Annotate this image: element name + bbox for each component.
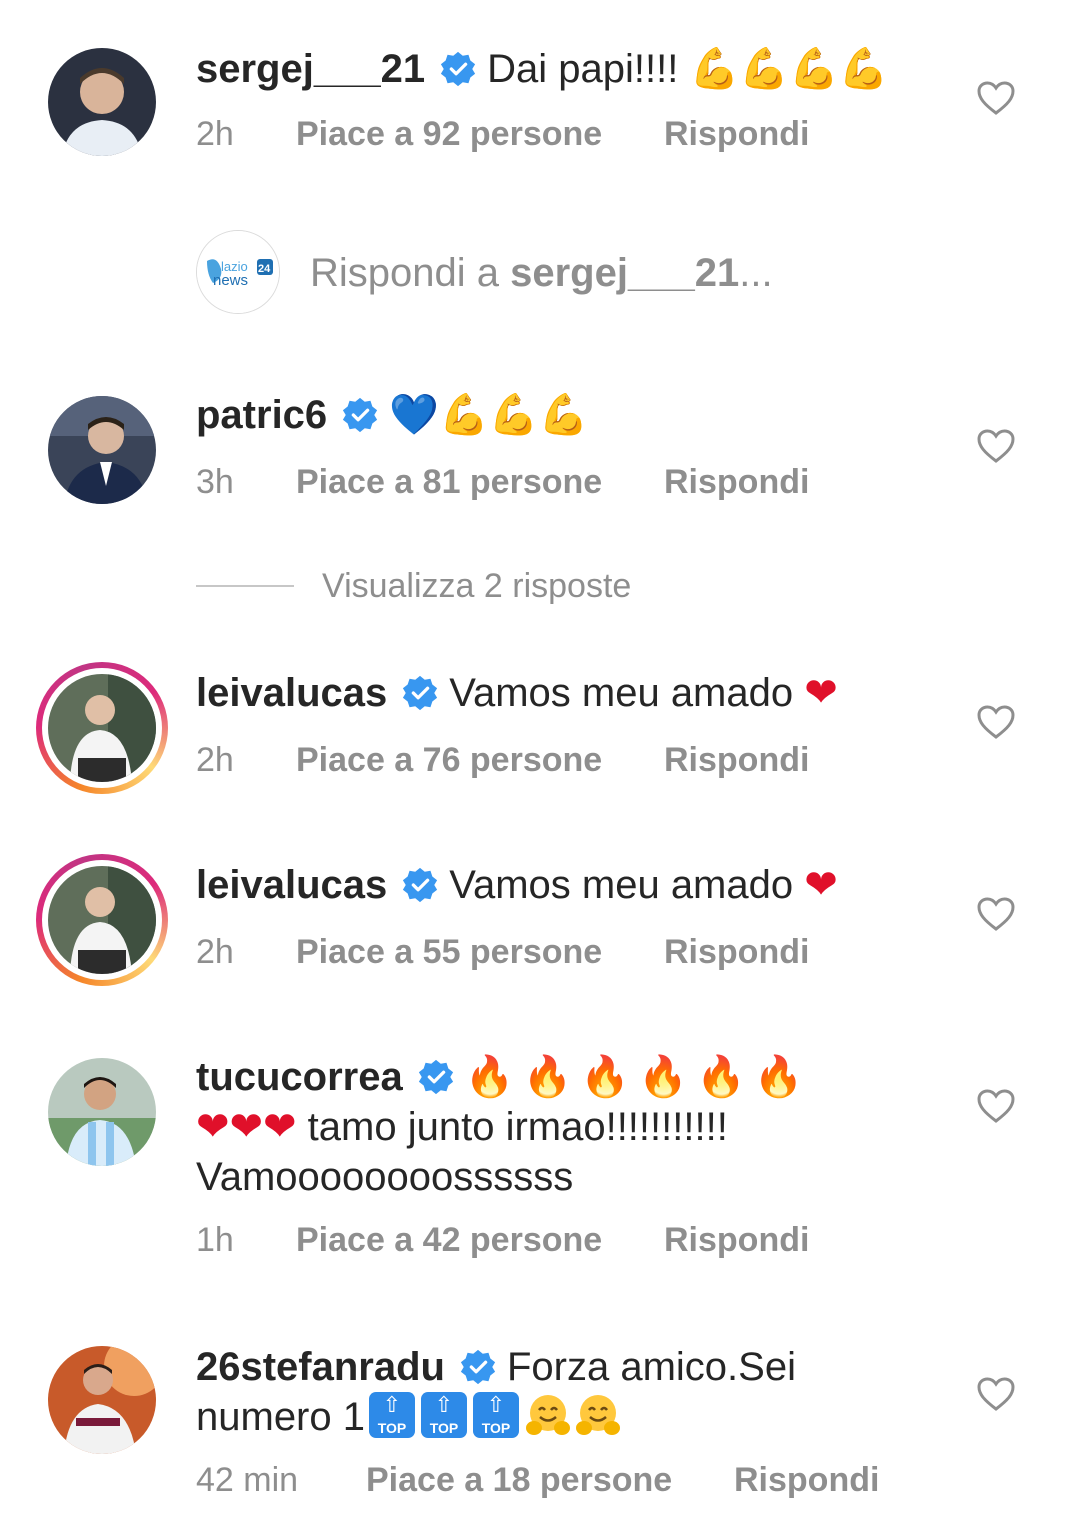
comment-body: 26stefanradu Forza amico.Sei numero 1 ⇧ TOP… — [196, 1342, 936, 1442]
likes-count[interactable]: Piace a 76 persone — [296, 738, 602, 782]
avatar[interactable] — [48, 396, 156, 504]
comment-body: leivalucas Vamos meu amado ❤ — [196, 668, 936, 718]
muscle-emoji-icon: 💪💪💪💪 — [689, 46, 889, 92]
avatar-with-story[interactable] — [36, 662, 168, 794]
comment-text: numero 1 — [196, 1395, 365, 1439]
comment-meta: 2h Piace a 76 persone Rispondi — [196, 738, 896, 782]
like-heart-icon[interactable] — [976, 1088, 1016, 1124]
comment-text: Vamos meu amado — [449, 863, 794, 907]
comment-text: Vamoooooooossssss — [196, 1155, 574, 1199]
comment-item: leivalucas Vamos meu amado ❤ 2h Piace a 7… — [0, 660, 1080, 800]
username[interactable]: leivalucas — [196, 863, 387, 907]
username[interactable]: tucucorrea — [196, 1055, 403, 1099]
timestamp: 2h — [196, 115, 234, 153]
comment-text: Vamos meu amado — [449, 671, 794, 715]
avatar-with-story[interactable] — [36, 854, 168, 986]
comment-line-3: Vamoooooooossssss — [196, 1152, 936, 1202]
avatar[interactable] — [48, 1346, 156, 1454]
comment-meta: 42 min Piace a 18 persone Rispondi — [196, 1458, 956, 1502]
like-heart-icon[interactable] — [976, 704, 1016, 740]
comment-item: sergej___21 Dai papi!!!! 💪💪💪💪 2h Piace a … — [0, 0, 1080, 180]
reply-button[interactable]: Rispondi — [664, 738, 809, 782]
comment-line-2: numero 1 ⇧ TOP ⇧ TOP ⇧ TOP — [196, 1392, 936, 1442]
comment-line-2: ❤❤❤ tamo junto irmao!!!!!!!!!!! — [196, 1102, 936, 1152]
comment-meta: 2h Piace a 92 persone Rispondi — [196, 112, 896, 156]
timestamp: 3h — [196, 463, 234, 501]
verified-badge-icon — [418, 1059, 453, 1095]
comment-item: tucucorrea 🔥🔥🔥🔥🔥🔥 ❤❤❤ tamo junto irmao!!!… — [0, 1050, 1080, 1270]
verified-badge-icon — [440, 51, 476, 87]
avatar[interactable] — [48, 1058, 156, 1166]
reply-prefix: Rispondi a — [310, 251, 511, 295]
verified-badge-icon — [403, 867, 438, 903]
view-replies-label: Visualizza 2 risposte — [322, 567, 632, 605]
comment-meta: 2h Piace a 55 persone Rispondi — [196, 930, 896, 974]
verified-badge-icon — [343, 397, 378, 433]
comment-text: Dai papi!!!! — [487, 47, 679, 91]
avatar[interactable] — [48, 48, 156, 156]
svg-text:news: news — [213, 272, 248, 289]
reply-button[interactable]: Rispondi — [664, 1218, 809, 1262]
username[interactable]: patric6 — [196, 393, 327, 437]
fire-emoji-icon: 🔥🔥🔥🔥🔥🔥 — [464, 1054, 812, 1100]
like-heart-icon[interactable] — [976, 896, 1016, 932]
view-replies-divider — [196, 585, 294, 587]
like-heart-icon[interactable] — [976, 1376, 1016, 1412]
svg-text:24: 24 — [258, 263, 271, 275]
username[interactable]: sergej___21 — [196, 47, 425, 91]
likes-count[interactable]: Piace a 81 persone — [296, 460, 602, 504]
red-heart-emoji-icon: ❤ — [804, 670, 838, 716]
likes-count[interactable]: Piace a 42 persone — [296, 1218, 602, 1262]
like-heart-icon[interactable] — [976, 80, 1016, 116]
reply-target: sergej___21 — [510, 251, 740, 295]
username[interactable]: leivalucas — [196, 671, 387, 715]
comment-body: leivalucas Vamos meu amado ❤ — [196, 860, 936, 910]
reply-button[interactable]: Rispondi — [734, 1458, 879, 1502]
likes-count[interactable]: Piace a 92 persone — [296, 112, 602, 156]
reply-button[interactable]: Rispondi — [664, 930, 809, 974]
verified-badge-icon — [460, 1349, 496, 1385]
top-arrow-emoji-icon: ⇧ TOP — [368, 1392, 415, 1438]
timestamp: 1h — [196, 1221, 234, 1259]
timestamp: 2h — [196, 741, 234, 779]
comment-body: tucucorrea 🔥🔥🔥🔥🔥🔥 ❤❤❤ tamo junto irmao!!!… — [196, 1052, 936, 1202]
likes-count[interactable]: Piace a 18 persone — [366, 1458, 672, 1502]
comment-line-1: tucucorrea 🔥🔥🔥🔥🔥🔥 — [196, 1052, 936, 1102]
comment-text: tamo junto irmao!!!!!!!!!!! — [307, 1105, 728, 1149]
top-arrow-emoji-icon: ⇧ TOP — [420, 1392, 467, 1438]
comment-text: Forza amico.Sei — [506, 1345, 796, 1389]
comment-body: patric6 💙💪💪💪 — [196, 390, 936, 440]
view-replies-button[interactable]: Visualizza 2 risposte — [196, 566, 696, 606]
username[interactable]: 26stefanradu — [196, 1345, 445, 1389]
comment-meta: 3h Piace a 81 persone Rispondi — [196, 460, 896, 504]
blue-heart-muscle-emoji-icon: 💙💪💪💪 — [389, 392, 589, 438]
reply-button[interactable]: Rispondi — [664, 112, 809, 156]
top-arrow-emoji-icon: ⇧ TOP — [472, 1392, 519, 1438]
hugging-face-emoji-icon — [525, 1395, 570, 1435]
verified-badge-icon — [403, 675, 438, 711]
comment-meta: 1h Piace a 42 persone Rispondi — [196, 1218, 896, 1262]
comment-item: leivalucas Vamos meu amado ❤ 2h Piace a 5… — [0, 852, 1080, 992]
reply-input-row[interactable]: lazio news 24 Rispondi a sergej___21... — [0, 228, 1080, 316]
red-heart-emoji-icon: ❤ — [804, 862, 838, 908]
timestamp: 42 min — [196, 1461, 299, 1499]
like-heart-icon[interactable] — [976, 428, 1016, 464]
reply-button[interactable]: Rispondi — [664, 460, 809, 504]
hugging-face-emoji-icon — [575, 1395, 620, 1435]
current-user-avatar: lazio news 24 — [196, 230, 280, 314]
red-heart-emoji-icon: ❤❤❤ — [196, 1104, 297, 1150]
comment-body: sergej___21 Dai papi!!!! 💪💪💪💪 — [196, 44, 936, 94]
timestamp: 2h — [196, 933, 234, 971]
reply-suffix: ... — [739, 251, 773, 295]
comment-item: 26stefanradu Forza amico.Sei numero 1 ⇧ TOP… — [0, 1340, 1080, 1520]
comment-item: patric6 💙💪💪💪 3h Piace a 81 persone Rispon… — [0, 348, 1080, 528]
comment-line-1: 26stefanradu Forza amico.Sei — [196, 1342, 936, 1392]
likes-count[interactable]: Piace a 55 persone — [296, 930, 602, 974]
reply-input[interactable]: Rispondi a sergej___21... — [310, 250, 773, 296]
